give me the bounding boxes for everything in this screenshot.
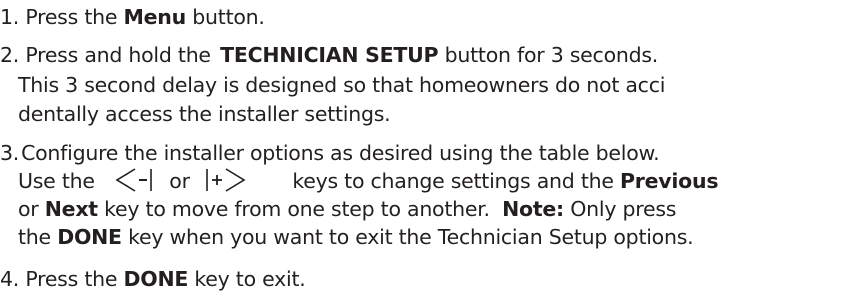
step-3-line-4: the DONE key when you want to exit the T… xyxy=(18,224,694,250)
step-2-line-3: dentally access the installer settings. xyxy=(18,102,391,126)
step-text: key to move from one step to another. xyxy=(104,197,490,221)
step-text: key to exit. xyxy=(194,267,306,291)
step-text: or xyxy=(18,197,39,221)
step-text: the xyxy=(18,225,51,249)
menu-button-label: Menu xyxy=(123,5,187,29)
step-text: Use the xyxy=(18,169,95,193)
minus-arrow-key-icon xyxy=(115,167,155,193)
step-text: Configure the installer options as desir… xyxy=(21,141,660,165)
step-3-line-2: Use the or keys to change settings and t… xyxy=(18,167,719,195)
previous-key-label: Previous xyxy=(620,169,719,193)
done-key-label: DONE xyxy=(123,267,189,291)
technician-setup-label: TECHNICIAN SETUP xyxy=(220,43,439,67)
step-text: Press the xyxy=(25,267,118,291)
step-text: keys to change settings and the xyxy=(292,169,614,193)
step-text: button for 3 seconds. xyxy=(444,43,659,67)
next-key-label: Next xyxy=(44,197,98,221)
step-3: 3.Configure the installer options as des… xyxy=(0,140,660,166)
step-text: or xyxy=(169,169,190,193)
step-number: 4. xyxy=(0,267,20,291)
plus-arrow-key-icon xyxy=(204,167,248,193)
step-1: 1. Press the Menu button. xyxy=(0,4,265,30)
step-3-line-3: or Next key to move from one step to ano… xyxy=(18,196,676,222)
step-2: 2. Press and hold the TECHNICIAN SETUP b… xyxy=(0,42,658,68)
step-text: button. xyxy=(192,5,265,29)
step-text: key when you want to exit the Technician… xyxy=(128,225,694,249)
step-text: Press the xyxy=(25,5,118,29)
step-number: 1. xyxy=(0,5,20,29)
note-label: Note: xyxy=(502,197,564,221)
step-2-line-2: This 3 second delay is designed so that … xyxy=(18,73,666,97)
step-text: Only press xyxy=(570,197,677,221)
step-4: 4. Press the DONE key to exit. xyxy=(0,266,306,292)
step-text: Press and hold the xyxy=(25,43,211,67)
done-key-label: DONE xyxy=(57,225,122,249)
step-number: 2. xyxy=(0,43,20,67)
step-number: 3. xyxy=(0,141,20,165)
